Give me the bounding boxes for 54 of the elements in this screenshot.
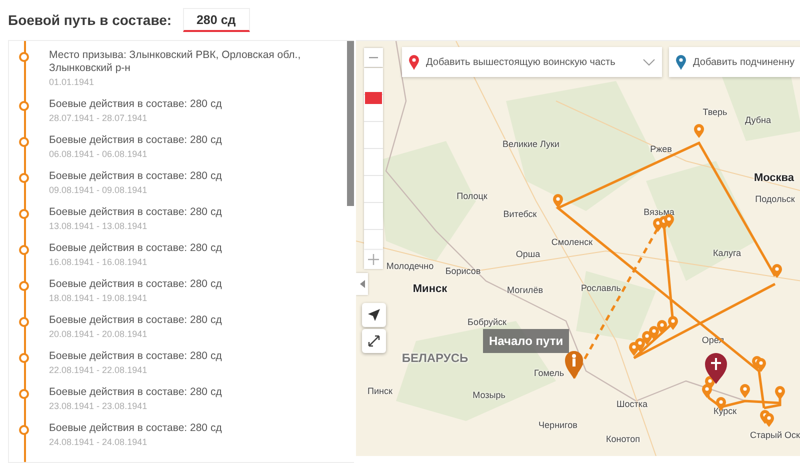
event-title: Боевые действия в составе: 280 сд [49, 134, 223, 147]
start-label: Начало пути [483, 329, 570, 353]
city-label: Великие Луки [502, 139, 560, 149]
city-label: Полоцк [456, 191, 488, 201]
event-date: 20.08.1941 - 20.08.1941 [49, 328, 148, 341]
event-date: 24.08.1941 - 24.08.1941 [49, 436, 148, 449]
event-title: Боевые действия в составе: 280 сд [49, 386, 223, 399]
event-date: 22.08.1941 - 22.08.1941 [49, 364, 148, 377]
unit-dropdown[interactable]: Добавить вышестоящую воинскую часть [402, 47, 662, 77]
event-title: Боевые действия в составе: 280 сд [49, 422, 223, 435]
event-date: 13.08.1941 - 13.08.1941 [49, 220, 148, 233]
city-label: Орша [516, 249, 540, 259]
city-label: Пинск [368, 386, 392, 396]
event-date: 18.08.1941 - 19.08.1941 [49, 292, 148, 305]
event-date: 28.07.1941 - 28.07.1941 [49, 112, 148, 125]
unit-field[interactable]: 280 сд [182, 8, 250, 32]
city-label: Подольск [755, 194, 795, 204]
city-label: Могилёв [507, 285, 543, 295]
city-label: Борисов [445, 266, 481, 276]
city-label: Москва [754, 172, 794, 184]
event-title: Боевые действия в составе: 280 сд [49, 278, 223, 291]
city-label: Мозырь [472, 390, 506, 400]
city-label: Тверь [702, 107, 728, 117]
event-title: Боевые действия в составе: 280 сд [49, 314, 223, 327]
event-title: Боевые действия в составе: 280 сд [49, 170, 223, 183]
event-title: Боевые действия в составе: 280 сд [49, 242, 223, 255]
city-label: Шостка [616, 399, 648, 409]
country-label: БЕЛАРУСЬ [402, 351, 468, 365]
city-label: Смоленск [551, 237, 593, 247]
city-label: Курск [713, 406, 737, 416]
event-title: Боевые действия в составе: 280 сд [49, 350, 223, 363]
city-label: Рославль [581, 283, 621, 293]
event-title: Место призыва: Злынковский РВК, Орловская обл., Злынковский р-н [49, 49, 302, 75]
section-title: Боевой путь в составе: [8, 12, 172, 28]
event-date: 09.08.1941 - 09.08.1941 [49, 184, 148, 197]
city-label: Ржев [650, 144, 672, 154]
city-label: Чернигов [538, 420, 578, 430]
event-title: Боевые действия в составе: 280 сд [49, 98, 223, 111]
city-label: Старый Оск [750, 430, 800, 440]
city-label: Гомель [534, 368, 564, 378]
city-label: Минск [412, 283, 448, 295]
event-title: Боевые действия в составе: 280 сд [49, 206, 223, 219]
city-label: Дубна [744, 115, 772, 125]
city-label: Калуга [712, 248, 742, 258]
event-date: 06.08.1941 - 06.08.1941 [49, 148, 148, 161]
city-label: Бобруйск [468, 317, 506, 327]
city-label: Конотоп [606, 434, 640, 444]
event-date: 16.08.1941 - 16.08.1941 [49, 256, 148, 269]
city-label: Витебск [503, 209, 537, 219]
city-label: Молодечно [386, 261, 434, 271]
unit-dropdown[interactable]: Добавить подчиненну [669, 47, 800, 77]
city-label: Вязьма [644, 207, 674, 217]
event-date: 23.08.1941 - 23.08.1941 [49, 400, 148, 413]
event-date: 01.01.1941 [49, 76, 96, 89]
